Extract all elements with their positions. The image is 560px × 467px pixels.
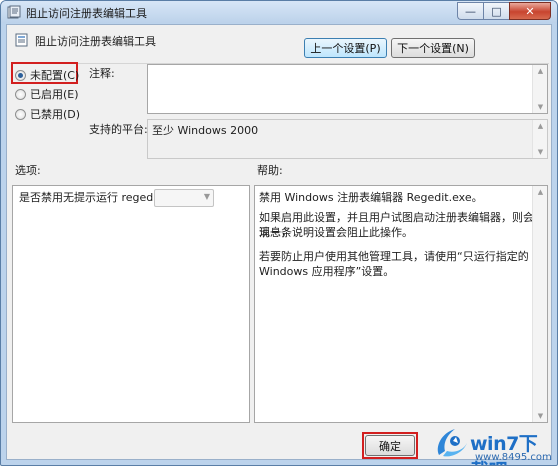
scroll-down-icon: ▼ — [537, 103, 544, 111]
help-line: 禁用 Windows 注册表编辑器 Regedit.exe。 — [259, 191, 483, 204]
maximize-button[interactable]: □ — [483, 2, 509, 20]
policy-title: 阻止访问注册表编辑工具 — [35, 35, 156, 48]
radio-enabled[interactable]: 已启用(E) — [15, 86, 79, 102]
radio-dot — [15, 88, 26, 100]
title-bar[interactable]: 阻止访问注册表编辑工具 — □ ✕ — [1, 1, 557, 23]
radio-dot — [15, 69, 26, 81]
scroll-up-icon: ▲ — [537, 188, 544, 196]
comment-label: 注释: — [89, 67, 115, 80]
next-setting-button[interactable]: 下一个设置(N) — [391, 38, 475, 58]
help-label: 帮助: — [257, 164, 283, 177]
window-title: 阻止访问注册表编辑工具 — [26, 7, 147, 20]
options-panel: 是否禁用无提示运行 regedit？ — [12, 185, 250, 423]
previous-setting-button[interactable]: 上一个设置(P) — [304, 38, 387, 58]
maximize-icon: □ — [491, 4, 502, 18]
platform-scrollbar[interactable]: ▲ ▼ — [532, 120, 547, 158]
minimize-button[interactable]: — — [457, 2, 483, 20]
minimize-icon: — — [465, 4, 476, 18]
radio-dot — [15, 108, 26, 120]
help-panel: 禁用 Windows 注册表编辑器 Regedit.exe。 如果启用此设置，并… — [254, 185, 548, 423]
help-line: 消息，说明设置会阻止此操作。 — [259, 226, 413, 239]
comment-textarea[interactable]: ▲ ▼ — [147, 64, 548, 114]
close-icon: ✕ — [525, 4, 535, 18]
scroll-up-icon: ▲ — [537, 67, 544, 75]
radio-label: 已启用(E) — [30, 88, 79, 101]
radio-label: 已禁用(D) — [30, 108, 81, 121]
chevron-down-icon: ▼ — [203, 192, 210, 201]
window-controls: — □ ✕ — [457, 2, 551, 20]
scroll-down-icon: ▼ — [537, 412, 544, 420]
help-line: 若要防止用户使用其他管理工具，请使用“只运行指定的 — [259, 250, 529, 263]
radio-disabled[interactable]: 已禁用(D) — [15, 106, 80, 122]
close-button[interactable]: ✕ — [509, 2, 551, 20]
dialog-body: 阻止访问注册表编辑工具 上一个设置(P) 下一个设置(N) 未配置(C) 已启用… — [6, 24, 552, 465]
regedit-select[interactable]: ▼ — [154, 189, 214, 207]
scroll-up-icon: ▲ — [537, 122, 544, 130]
regedit-question: 是否禁用无提示运行 regedit？ — [19, 191, 172, 204]
win7-logo-icon — [437, 429, 467, 457]
dialog-window: 阻止访问注册表编辑工具 — □ ✕ 阻止访问注册表编辑工具 上一个设置(P) 下… — [0, 0, 558, 466]
platform-value: 至少 Windows 2000 — [152, 124, 259, 137]
platform-field: 至少 Windows 2000 ▲ ▼ — [147, 119, 548, 159]
platform-label: 支持的平台: — [89, 123, 148, 136]
radio-label: 未配置(C) — [30, 69, 80, 82]
options-label: 选项: — [15, 164, 41, 177]
watermark-url: www.8495.com — [475, 452, 552, 463]
comment-scrollbar[interactable]: ▲ ▼ — [532, 65, 547, 113]
help-line: Windows 应用程序”设置。 — [259, 265, 395, 278]
ok-button[interactable]: 确定 — [365, 435, 415, 456]
policy-icon — [7, 5, 21, 19]
help-scrollbar[interactable]: ▲ ▼ — [532, 186, 547, 422]
scroll-down-icon: ▼ — [537, 148, 544, 156]
policy-setting-icon — [15, 33, 28, 47]
radio-not-configured[interactable]: 未配置(C) — [15, 67, 79, 83]
